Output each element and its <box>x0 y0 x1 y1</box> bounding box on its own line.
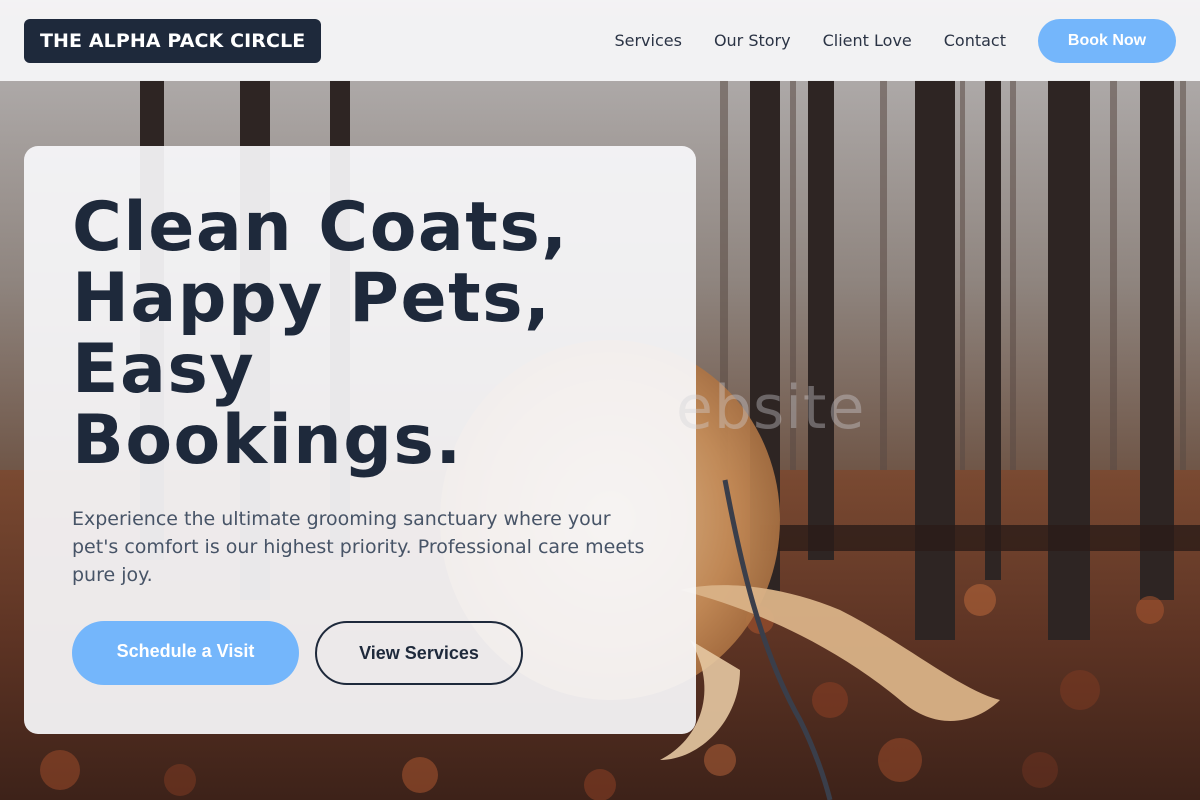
schedule-visit-button[interactable]: Schedule a Visit <box>72 621 299 685</box>
cta-row: Schedule a Visit View Services <box>72 621 648 685</box>
site-header: THE ALPHA PACK CIRCLE Services Our Story… <box>0 0 1200 81</box>
hero-card: Clean Coats, Happy Pets, Easy Bookings. … <box>24 146 696 734</box>
hero-title-line: Happy Pets, <box>72 259 552 338</box>
nav-link-contact[interactable]: Contact <box>944 31 1006 50</box>
nav-link-our-story[interactable]: Our Story <box>714 31 791 50</box>
nav-link-services[interactable]: Services <box>614 31 681 50</box>
hero-title-line: Clean Coats, <box>72 188 569 267</box>
brand-logo[interactable]: THE ALPHA PACK CIRCLE <box>24 18 322 63</box>
hero-title-line: Easy <box>72 330 256 409</box>
book-now-button[interactable]: Book Now <box>1038 18 1176 63</box>
hero-title: Clean Coats, Happy Pets, Easy Bookings. <box>72 192 648 476</box>
hero-title-line: Bookings. <box>72 401 463 480</box>
view-services-button[interactable]: View Services <box>315 621 523 685</box>
nav-link-client-love[interactable]: Client Love <box>823 31 912 50</box>
hero-subtitle: Experience the ultimate grooming sanctua… <box>72 508 645 586</box>
main-nav: Services Our Story Client Love Contact B… <box>614 18 1176 63</box>
